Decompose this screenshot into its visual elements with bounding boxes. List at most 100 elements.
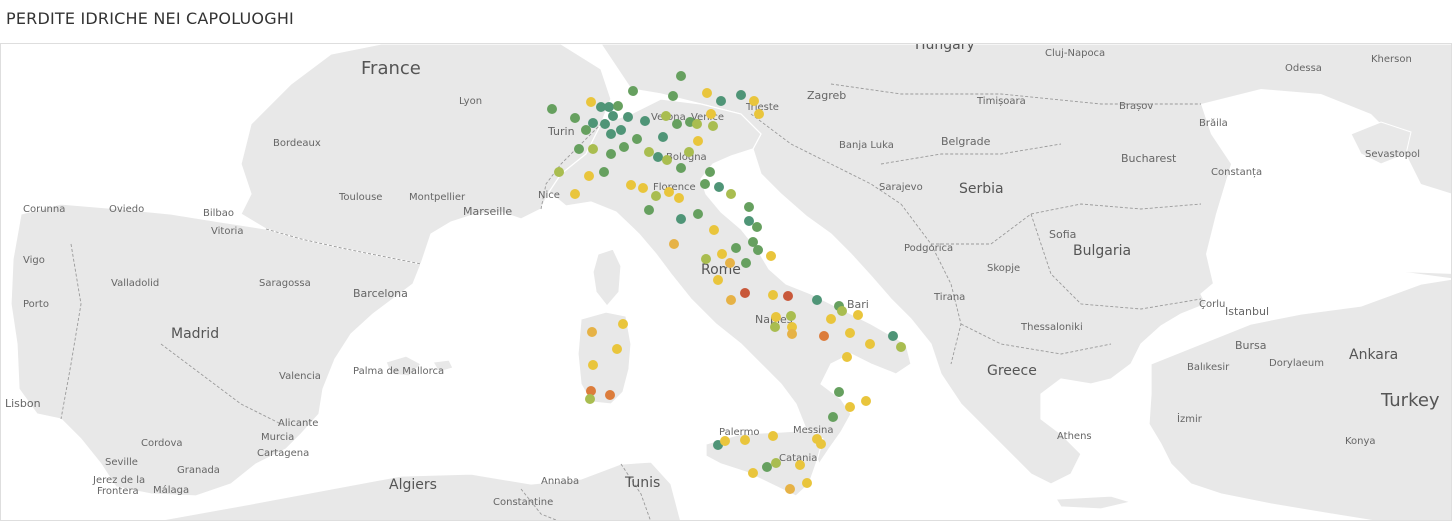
city-marker[interactable] bbox=[702, 88, 712, 98]
city-marker[interactable] bbox=[786, 311, 796, 321]
city-marker[interactable] bbox=[783, 291, 793, 301]
city-marker[interactable] bbox=[644, 205, 654, 215]
city-marker[interactable] bbox=[888, 331, 898, 341]
city-marker[interactable] bbox=[626, 180, 636, 190]
city-marker[interactable] bbox=[828, 412, 838, 422]
city-marker[interactable] bbox=[584, 171, 594, 181]
city-marker[interactable] bbox=[834, 387, 844, 397]
city-marker[interactable] bbox=[748, 468, 758, 478]
city-marker[interactable] bbox=[632, 134, 642, 144]
city-marker[interactable] bbox=[842, 352, 852, 362]
city-marker[interactable] bbox=[706, 109, 716, 119]
city-marker[interactable] bbox=[623, 112, 633, 122]
city-marker[interactable] bbox=[816, 439, 826, 449]
city-marker[interactable] bbox=[608, 111, 618, 121]
city-marker[interactable] bbox=[766, 251, 776, 261]
city-marker[interactable] bbox=[664, 187, 674, 197]
city-marker[interactable] bbox=[676, 163, 686, 173]
city-marker[interactable] bbox=[845, 328, 855, 338]
city-marker[interactable] bbox=[708, 121, 718, 131]
city-marker[interactable] bbox=[753, 245, 763, 255]
city-marker[interactable] bbox=[586, 97, 596, 107]
city-marker[interactable] bbox=[587, 327, 597, 337]
city-marker[interactable] bbox=[619, 142, 629, 152]
city-marker[interactable] bbox=[812, 295, 822, 305]
city-marker[interactable] bbox=[604, 102, 614, 112]
city-marker[interactable] bbox=[720, 436, 730, 446]
city-marker[interactable] bbox=[853, 310, 863, 320]
city-marker[interactable] bbox=[819, 331, 829, 341]
city-marker[interactable] bbox=[612, 344, 622, 354]
city-marker[interactable] bbox=[640, 116, 650, 126]
map-canvas[interactable]: France Hungary Lyon Bordeaux Toulouse Mo… bbox=[1, 44, 1452, 521]
city-marker[interactable] bbox=[714, 182, 724, 192]
city-marker[interactable] bbox=[613, 101, 623, 111]
city-marker[interactable] bbox=[600, 119, 610, 129]
city-marker[interactable] bbox=[802, 478, 812, 488]
city-marker[interactable] bbox=[605, 390, 615, 400]
city-marker[interactable] bbox=[717, 249, 727, 259]
city-marker[interactable] bbox=[795, 460, 805, 470]
city-marker[interactable] bbox=[661, 111, 671, 121]
city-marker[interactable] bbox=[668, 91, 678, 101]
city-marker[interactable] bbox=[754, 109, 764, 119]
city-marker[interactable] bbox=[700, 179, 710, 189]
city-marker[interactable] bbox=[705, 167, 715, 177]
city-marker[interactable] bbox=[644, 147, 654, 157]
city-marker[interactable] bbox=[638, 183, 648, 193]
city-marker[interactable] bbox=[693, 209, 703, 219]
city-marker[interactable] bbox=[787, 329, 797, 339]
city-marker[interactable] bbox=[752, 222, 762, 232]
city-marker[interactable] bbox=[570, 189, 580, 199]
city-marker[interactable] bbox=[684, 147, 694, 157]
city-marker[interactable] bbox=[662, 155, 672, 165]
city-marker[interactable] bbox=[588, 360, 598, 370]
city-marker[interactable] bbox=[669, 239, 679, 249]
city-marker[interactable] bbox=[606, 149, 616, 159]
city-marker[interactable] bbox=[599, 167, 609, 177]
city-marker[interactable] bbox=[692, 119, 702, 129]
city-marker[interactable] bbox=[628, 86, 638, 96]
city-marker[interactable] bbox=[570, 113, 580, 123]
city-marker[interactable] bbox=[826, 314, 836, 324]
city-marker[interactable] bbox=[762, 462, 772, 472]
city-marker[interactable] bbox=[768, 290, 778, 300]
city-marker[interactable] bbox=[726, 189, 736, 199]
city-marker[interactable] bbox=[716, 96, 726, 106]
city-marker[interactable] bbox=[574, 144, 584, 154]
city-marker[interactable] bbox=[618, 319, 628, 329]
city-marker[interactable] bbox=[709, 225, 719, 235]
city-marker[interactable] bbox=[731, 243, 741, 253]
city-marker[interactable] bbox=[554, 167, 564, 177]
city-marker[interactable] bbox=[701, 254, 711, 264]
city-marker[interactable] bbox=[865, 339, 875, 349]
city-marker[interactable] bbox=[674, 193, 684, 203]
city-marker[interactable] bbox=[653, 152, 663, 162]
city-marker[interactable] bbox=[845, 402, 855, 412]
city-marker[interactable] bbox=[606, 129, 616, 139]
city-marker[interactable] bbox=[693, 136, 703, 146]
city-marker[interactable] bbox=[741, 258, 751, 268]
city-marker[interactable] bbox=[768, 431, 778, 441]
city-marker[interactable] bbox=[581, 125, 591, 135]
city-marker[interactable] bbox=[651, 191, 661, 201]
city-marker[interactable] bbox=[713, 275, 723, 285]
city-marker[interactable] bbox=[744, 202, 754, 212]
city-marker[interactable] bbox=[740, 288, 750, 298]
city-marker[interactable] bbox=[771, 458, 781, 468]
city-marker[interactable] bbox=[585, 394, 595, 404]
city-marker[interactable] bbox=[736, 90, 746, 100]
city-marker[interactable] bbox=[740, 435, 750, 445]
city-marker[interactable] bbox=[616, 125, 626, 135]
city-marker[interactable] bbox=[588, 144, 598, 154]
city-marker[interactable] bbox=[744, 216, 754, 226]
city-marker[interactable] bbox=[672, 119, 682, 129]
city-marker[interactable] bbox=[749, 96, 759, 106]
city-marker[interactable] bbox=[658, 132, 668, 142]
city-marker[interactable] bbox=[770, 322, 780, 332]
city-marker[interactable] bbox=[785, 484, 795, 494]
city-marker[interactable] bbox=[676, 71, 686, 81]
city-marker[interactable] bbox=[771, 312, 781, 322]
map-view[interactable]: France Hungary Lyon Bordeaux Toulouse Mo… bbox=[0, 43, 1452, 521]
city-marker[interactable] bbox=[547, 104, 557, 114]
